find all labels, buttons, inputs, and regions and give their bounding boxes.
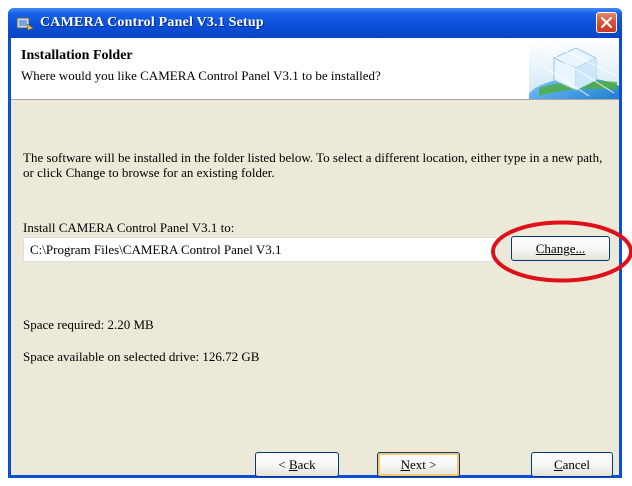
page-title: Installation Folder <box>21 48 133 63</box>
description-text: The software will be installed in the fo… <box>23 150 603 180</box>
change-button[interactable]: Change... <box>511 236 610 261</box>
close-icon <box>601 17 612 28</box>
space-available-text: Space available on selected drive: 126.7… <box>23 349 260 364</box>
back-button-label: ack <box>297 457 316 472</box>
change-button-label: Change... <box>535 241 586 256</box>
dialog-client-area: Installation Folder Where would you like… <box>11 38 619 477</box>
install-path-field[interactable]: C:\Program Files\CAMERA Control Panel V3… <box>23 237 498 262</box>
close-button[interactable] <box>596 12 617 33</box>
next-button-label: ext > <box>409 457 437 472</box>
cancel-button-mnemonic: C <box>553 457 563 472</box>
setup-icon <box>16 17 34 31</box>
setup-window: CAMERA Control Panel V3.1 Setup Installa… <box>8 8 622 478</box>
wizard-header: Installation Folder Where would you like… <box>11 38 619 100</box>
back-button-mnemonic: B <box>288 457 298 472</box>
page-subtitle: Where would you like CAMERA Control Pane… <box>21 68 381 83</box>
install-location-label: Install CAMERA Control Panel V3.1 to: <box>23 220 235 235</box>
next-button-mnemonic: N <box>400 457 410 472</box>
title-bar: CAMERA Control Panel V3.1 Setup <box>8 8 622 38</box>
header-cube-graphic <box>529 38 619 99</box>
back-button[interactable]: < Back <box>255 452 339 477</box>
next-button[interactable]: Next > <box>377 452 460 477</box>
space-required-text: Space required: 2.20 MB <box>23 317 154 332</box>
window-title: CAMERA Control Panel V3.1 Setup <box>40 15 264 30</box>
cancel-button-label: ancel <box>562 457 591 472</box>
cancel-button[interactable]: Cancel <box>531 452 613 477</box>
back-button-prefix: < <box>278 457 289 472</box>
